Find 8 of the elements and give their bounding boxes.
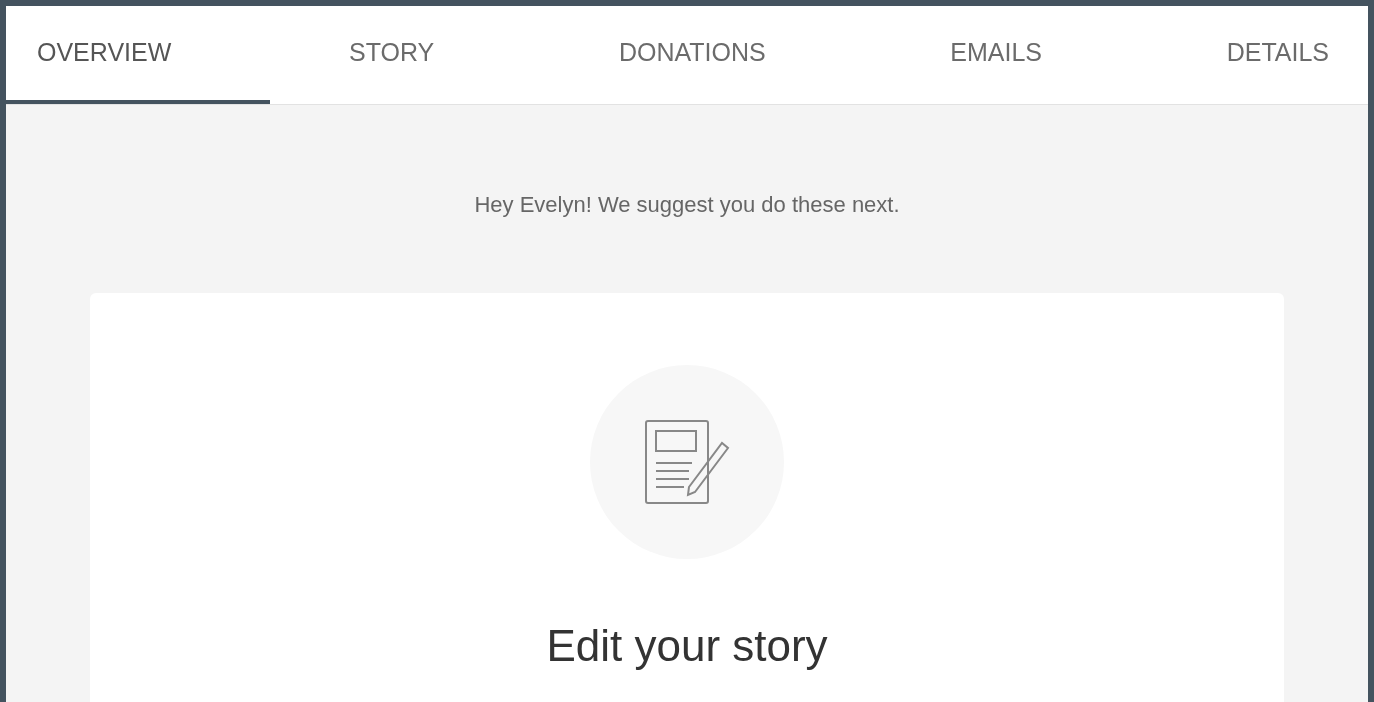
tab[interactable]: DONATIONS [587, 6, 797, 104]
document-edit-icon [644, 419, 730, 505]
card-title: Edit your story [546, 620, 828, 672]
tab[interactable]: DETAILS [1195, 6, 1360, 104]
tab[interactable]: STORY [318, 6, 466, 104]
tab[interactable]: OVERVIEW [6, 6, 270, 104]
tab[interactable]: EMAILS [919, 6, 1073, 104]
greeting-text: Hey Evelyn! We suggest you do these next. [474, 191, 900, 219]
